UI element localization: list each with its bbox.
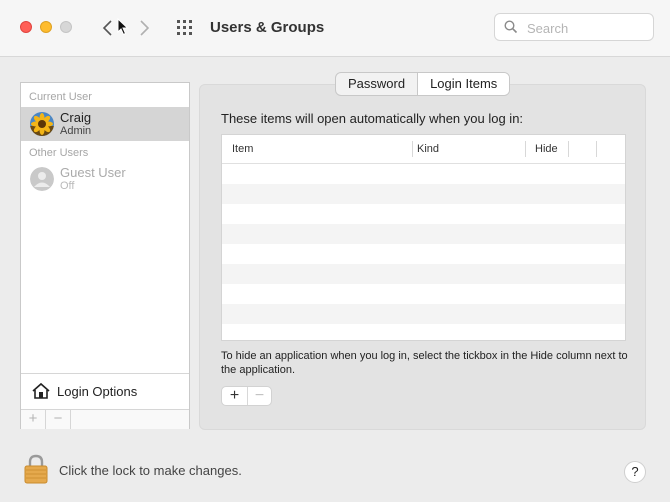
mouse-pointer-icon [117, 18, 129, 36]
table-row [222, 304, 625, 324]
grid-icon [177, 20, 192, 35]
forward-button[interactable] [136, 17, 154, 39]
help-button[interactable]: ? [624, 461, 646, 483]
column-divider [525, 141, 526, 157]
column-divider [596, 141, 597, 157]
login-items-add-remove: + − [221, 386, 272, 406]
user-avatar [30, 167, 54, 191]
sidebar-footer: + − [21, 409, 189, 429]
table-row [222, 324, 625, 340]
column-divider [412, 141, 413, 157]
user-role: Admin [60, 125, 92, 137]
table-row [222, 184, 625, 204]
add-user-button[interactable]: + [21, 410, 46, 429]
table-row [222, 264, 625, 284]
users-groups-window: Users & Groups Current User [0, 0, 670, 502]
sunflower-avatar-icon [30, 112, 54, 136]
table-header: Item Kind Hide [222, 135, 625, 164]
table-row [222, 284, 625, 304]
table-row [222, 204, 625, 224]
table-row [222, 224, 625, 244]
search-icon [504, 20, 518, 34]
search-field[interactable] [494, 13, 654, 41]
close-button[interactable] [20, 21, 32, 33]
users-sidebar: Current User Craig Admin Other Users Gue… [20, 82, 190, 429]
other-users-section-label: Other Users [29, 147, 89, 159]
tab-password[interactable]: Password [336, 73, 417, 95]
chevron-right-icon [140, 20, 150, 36]
back-button[interactable] [99, 17, 117, 39]
login-options-label: Login Options [57, 384, 138, 399]
user-avatar [30, 112, 54, 136]
table-row [222, 244, 625, 264]
remove-login-item-button[interactable]: − [247, 387, 272, 405]
login-items-heading: These items will open automatically when… [221, 111, 524, 126]
login-options-item[interactable]: Login Options [21, 373, 189, 410]
titlebar: Users & Groups [0, 0, 670, 57]
add-login-item-button[interactable]: + [222, 387, 248, 405]
show-all-button[interactable] [176, 19, 194, 37]
tab-bar: Password Login Items [335, 72, 511, 96]
login-items-help-text: To hide an application when you log in, … [221, 350, 628, 376]
house-icon [32, 382, 50, 399]
lock-button[interactable] [24, 454, 48, 489]
person-silhouette-icon [30, 167, 54, 191]
tab-login-items[interactable]: Login Items [417, 73, 510, 95]
column-header-kind[interactable]: Kind [417, 143, 439, 155]
search-input[interactable] [525, 18, 649, 38]
user-name: Craig [60, 110, 92, 125]
window-title: Users & Groups [210, 19, 325, 36]
column-header-hide[interactable]: Hide [535, 143, 558, 155]
user-name: Guest User [60, 165, 126, 180]
user-row-craig[interactable]: Craig Admin [21, 107, 189, 141]
minimize-button[interactable] [40, 21, 52, 33]
table-row [222, 164, 625, 184]
chevron-left-icon [102, 20, 112, 36]
lock-status-text: Click the lock to make changes. [59, 463, 242, 478]
zoom-button[interactable] [60, 21, 72, 33]
column-divider [568, 141, 569, 157]
user-role: Off [60, 180, 75, 192]
column-header-item[interactable]: Item [232, 143, 253, 155]
user-row-guest[interactable]: Guest User Off [21, 162, 189, 196]
login-items-table[interactable]: Item Kind Hide [221, 134, 626, 341]
remove-user-button[interactable]: − [46, 410, 71, 429]
current-user-section-label: Current User [29, 91, 92, 103]
lock-icon [24, 454, 48, 484]
